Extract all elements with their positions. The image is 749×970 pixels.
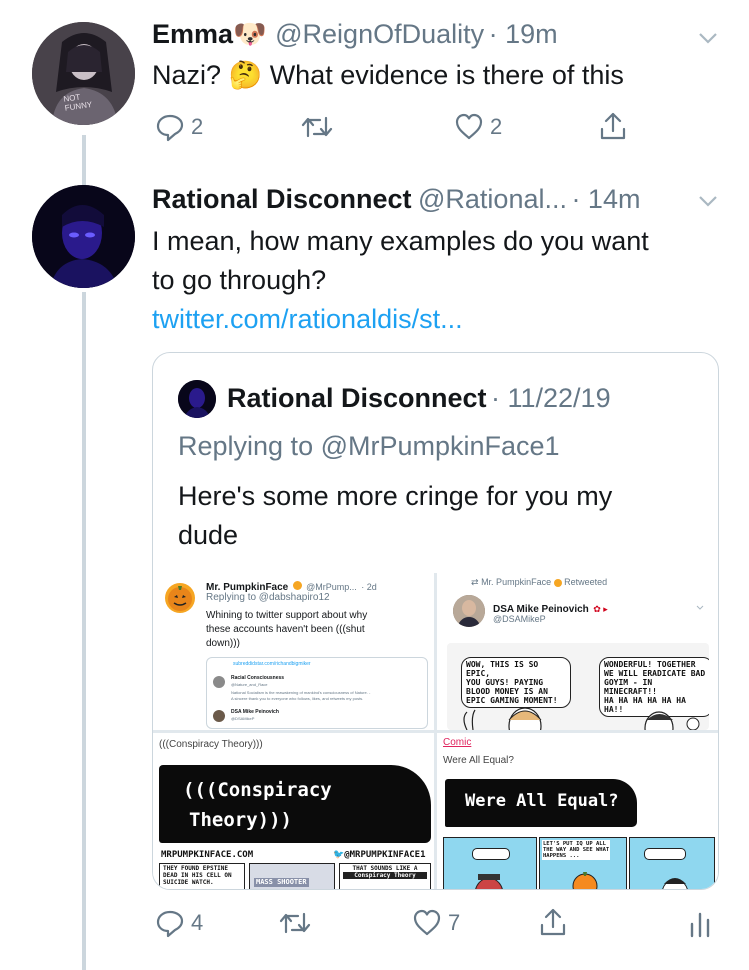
embedded-name-2: DSA Mike Peinovich (231, 709, 279, 715)
comic-characters (463, 707, 700, 730)
banner-line-2: Theory))) (189, 809, 292, 831)
display-name[interactable]: Emma (152, 19, 233, 49)
comic-title-banner: Were All Equal? (445, 779, 637, 827)
thread-line (82, 135, 86, 189)
heart-icon (455, 113, 483, 140)
quote-date[interactable]: · 11/22/19 (491, 383, 611, 413)
comic-panel-3 (629, 837, 715, 889)
timestamp[interactable]: · 14m (571, 184, 640, 214)
reply-icon (156, 910, 184, 938)
like-button[interactable]: 7 (412, 908, 460, 938)
pumpkin-avatar (165, 583, 195, 613)
embedded-avatar (213, 676, 225, 688)
comic-panel-1 (443, 837, 537, 889)
tweet-text-line-1: I mean, how many examples do you want (152, 226, 649, 256)
chevron-down-icon[interactable] (697, 27, 719, 49)
retweet-icon (301, 116, 333, 138)
retweet-icon (279, 912, 311, 934)
tweet-text-2: these accounts haven't been (((shut (206, 624, 365, 635)
thinking-emoji: 🤔 (228, 60, 263, 90)
media-image-3[interactable]: (((Conspiracy Theory))) (((Conspiracy Th… (153, 733, 434, 889)
embedded-handle-2: @DSAMikeP (231, 716, 255, 721)
heart-icon (413, 909, 441, 936)
like-button[interactable]: 2 (454, 112, 502, 142)
avatar-photo (32, 185, 135, 288)
tweet-text-1: Whining to twitter support about why (206, 610, 368, 621)
rose-flag-emoji: ✿ ▸ (593, 604, 608, 614)
analytics-icon (690, 912, 710, 938)
tweet-handle: @DSAMikeP (493, 614, 546, 624)
quote-display-name[interactable]: Rational Disconnect (227, 383, 487, 413)
embedded-text-1: National Socialism is the reawakening of… (231, 690, 371, 695)
reply-icon (156, 114, 184, 142)
like-count: 2 (490, 114, 503, 139)
media-image-4[interactable]: Comic Were All Equal? Were All Equal? LE… (437, 733, 718, 889)
embedded-link: subreddidstar.com/richandbigmiker (233, 661, 311, 667)
reply-count: 2 (191, 114, 204, 139)
pumpkin-emoji (292, 581, 302, 591)
banner-text: Were All Equal? (465, 791, 619, 811)
comic-tag: Comic (443, 737, 472, 748)
share-icon (540, 908, 566, 936)
reply-button[interactable]: 4 (155, 908, 203, 938)
share-icon (600, 112, 626, 140)
embedded-handle: @Nature_and_Race (231, 682, 268, 687)
quote-text-line-1: Here's some more cringe for you my (178, 481, 613, 511)
banner-line-1: (((Conspiracy (183, 779, 332, 801)
comic-twitter: 🐦@MRPUMPKINFACE1 (333, 850, 426, 860)
media-grid[interactable]: Mr. PumpkinFace @MrPump... · 2d Replying… (153, 573, 718, 889)
quoted-tweet-card[interactable]: Rational Disconnect · 11/22/19 Replying … (152, 352, 719, 890)
share-button[interactable] (538, 906, 568, 938)
comic-panel-3: THAT SOUNDS LIKE A Conspiracy Theory (339, 863, 431, 889)
embedded-card: subreddidstar.com/richandbigmiker Racial… (206, 657, 428, 729)
handle[interactable]: @Rational... (418, 184, 567, 214)
tweet-time: · 2d (361, 582, 377, 592)
pumpkin-emoji (553, 578, 562, 587)
embedded-text-2: A sincere thank you to everyone who foll… (231, 696, 364, 701)
thread-line-continued (82, 292, 86, 970)
retweet-button[interactable] (300, 112, 334, 142)
bird-icon: 🐦 (333, 850, 345, 860)
comic-panel-1: THEY FOUND EPSTINE DEAD IN HIS CELL ON SUI… (159, 863, 245, 889)
display-name[interactable]: Rational Disconnect (152, 184, 412, 214)
comic-header: (((Conspiracy Theory))) (159, 739, 263, 750)
quote-text-line-2: dude (178, 520, 239, 550)
media-image-2[interactable]: ⇄ Mr. PumpkinFace Retweeted DSA Mike Pei… (437, 573, 718, 730)
quote-avatar-photo (178, 380, 216, 418)
avatar[interactable] (32, 185, 135, 288)
comic-site: MRPUMPKINFACE.COM (161, 850, 254, 860)
tweet-text: Nazi? 🤔 What evidence is there of this (152, 60, 624, 90)
comic-title-banner: (((Conspiracy Theory))) (159, 765, 431, 843)
chevron-down-icon (696, 605, 704, 610)
tweet-handle: @MrPump... (306, 582, 357, 592)
reply-count: 4 (191, 910, 204, 935)
tweet-link[interactable]: twitter.com/rationaldis/st... (152, 304, 463, 335)
comic-panel-2: LET'S PUT IQ UP ALL THE WAY AND SEE WHAT H… (539, 837, 627, 889)
embedded-avatar-2 (213, 710, 225, 722)
media-image-1[interactable]: Mr. PumpkinFace @MrPump... · 2d Replying… (153, 573, 434, 730)
like-count: 7 (448, 910, 461, 935)
avatar[interactable]: NOT FUNNY (32, 22, 135, 125)
tweet-replying: Replying to @dabshapiro12 (206, 592, 330, 603)
tweet-text-3: down))) (206, 638, 240, 649)
quote-replying-to[interactable]: Replying to @MrPumpkinFace1 (178, 431, 560, 462)
chevron-down-icon[interactable] (697, 190, 719, 212)
comic-panel-2: MASS SHOOTER (249, 863, 335, 889)
analytics-button[interactable] (688, 908, 712, 938)
tweet-text-line-2: to go through? (152, 265, 327, 295)
share-button[interactable] (598, 110, 628, 142)
retweet-small-icon: ⇄ (471, 577, 479, 587)
timestamp[interactable]: · 19m (489, 19, 558, 49)
retweeted-by: ⇄ Mr. PumpkinFace Retweeted (471, 577, 608, 587)
reply-button[interactable]: 2 (155, 112, 203, 142)
name-emoji: 🐶 (233, 19, 267, 49)
embedded-name: Racial Consciousness (231, 675, 285, 681)
comic-image: WOW, THIS IS SO EPIC, YOU GUYS! PAYING BLO… (447, 643, 709, 730)
retweet-button[interactable] (278, 908, 312, 938)
quote-avatar[interactable] (178, 380, 216, 418)
handle[interactable]: @ReignOfDuality (275, 19, 484, 49)
dsa-avatar (453, 595, 485, 627)
comic-header: Were All Equal? (443, 755, 514, 766)
